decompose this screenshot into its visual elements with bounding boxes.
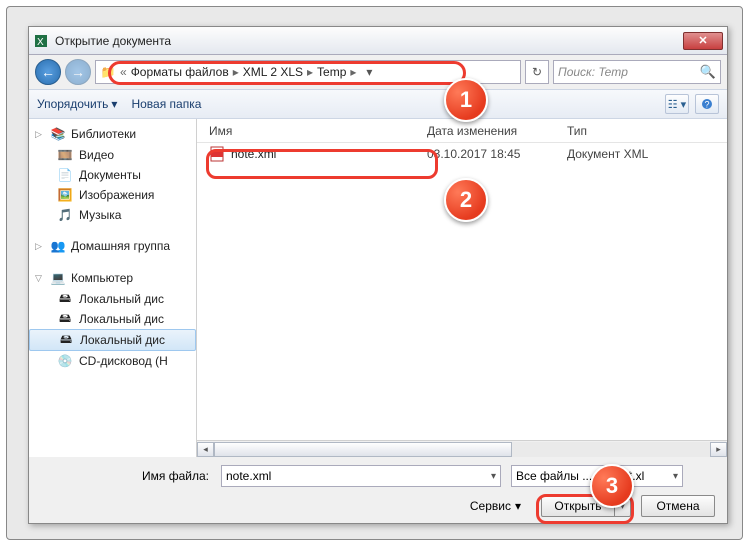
search-input[interactable]: Поиск: Temp 🔍 [553,60,721,84]
scroll-left-icon[interactable]: ◂ [197,442,214,457]
libraries-icon: 📚 [50,126,66,142]
organize-menu[interactable]: Упорядочить ▾ [37,97,117,111]
chevron-down-icon[interactable]: ▾ [491,471,496,482]
sidebar-disk-3[interactable]: 🖴Локальный дис [29,329,196,351]
expand-icon: ▷ [35,129,45,140]
close-button[interactable]: ✕ [683,32,723,50]
filename-input[interactable]: note.xml ▾ [221,465,501,487]
help-button[interactable]: ? [695,94,719,114]
music-icon: 🎵 [57,207,73,223]
expand-icon: ▷ [35,241,45,252]
navigation-row: ← → 📁 « Форматы файлов ▸ XML 2 XLS ▸ Tem… [29,55,727,89]
crumb-1[interactable]: Форматы файлов [131,65,229,79]
file-list: Имя Дата изменения Тип note.xml 03.10.20… [197,119,727,457]
filetype-dropdown[interactable]: Все файлы ... *.xlsx;*.xl ▾ [511,465,683,487]
cd-icon: 💿 [57,353,73,369]
open-dropdown-arrow[interactable]: ▾ [614,496,630,516]
video-icon: 🎞️ [57,147,73,163]
sidebar-computer[interactable]: ▽ 💻 Компьютер [29,267,196,289]
forward-button[interactable]: → [65,59,91,85]
sidebar-documents[interactable]: 📄Документы [29,165,196,185]
refresh-button[interactable]: ↻ [525,60,549,84]
address-dropdown[interactable]: ▾ [360,65,378,79]
sidebar-music[interactable]: 🎵Музыка [29,205,196,225]
scroll-track[interactable] [214,442,710,457]
homegroup-icon: 👥 [50,238,66,254]
sidebar-homegroup[interactable]: ▷ 👥 Домашняя группа [29,235,196,257]
open-button[interactable]: Открыть ▾ [541,495,631,517]
new-folder-button[interactable]: Новая папка [131,97,201,111]
sidebar-libraries[interactable]: ▷ 📚 Библиотеки [29,123,196,145]
column-date[interactable]: Дата изменения [427,124,567,138]
file-list-header[interactable]: Имя Дата изменения Тип [197,119,727,143]
filename-label: Имя файла: [41,469,215,483]
chevron-down-icon: ▾ [515,499,521,513]
documents-icon: 📄 [57,167,73,183]
svg-text:?: ? [705,100,710,110]
scroll-thumb[interactable] [214,442,512,457]
toolbar: Упорядочить ▾ Новая папка ☷ ▾ ? [29,89,727,119]
column-type[interactable]: Тип [567,124,727,138]
chevron-right-icon: ▸ [348,65,358,79]
file-row[interactable]: note.xml 03.10.2017 18:45 Документ XML [197,143,727,165]
window-title: Открытие документа [55,34,171,48]
crumb-2[interactable]: XML 2 XLS [243,65,303,79]
chevron-down-icon: ▾ [111,97,117,111]
cancel-button[interactable]: Отмена [641,495,715,517]
xml-file-icon [209,146,225,162]
drive-icon: 🖴 [57,311,73,327]
sidebar-video[interactable]: 🎞️Видео [29,145,196,165]
sidebar-cd[interactable]: 💿CD-дисковод (H [29,351,196,371]
drive-icon: 🖴 [58,332,74,348]
search-icon: 🔍 [700,64,716,80]
scroll-right-icon[interactable]: ▸ [710,442,727,457]
excel-icon: X [33,33,49,49]
crumb-leading: « [118,65,129,79]
service-menu[interactable]: Сервис ▾ [470,499,521,513]
filetype-value: Все файлы ... *.xlsx;*.xl [516,469,644,483]
collapse-icon: ▽ [35,273,45,284]
images-icon: 🖼️ [57,187,73,203]
address-bar[interactable]: 📁 « Форматы файлов ▸ XML 2 XLS ▸ Temp ▸ … [95,60,521,84]
chevron-right-icon: ▸ [231,65,241,79]
column-name[interactable]: Имя [197,124,427,138]
open-file-dialog: X Открытие документа ✕ ← → 📁 « Форматы ф… [28,26,728,524]
file-name: note.xml [231,147,276,161]
computer-icon: 💻 [50,270,66,286]
bottom-panel: Имя файла: note.xml ▾ Все файлы ... *.xl… [29,457,727,527]
back-button[interactable]: ← [35,59,61,85]
view-mode-button[interactable]: ☷ ▾ [665,94,689,114]
crumb-3[interactable]: Temp [317,65,346,79]
titlebar[interactable]: X Открытие документа ✕ [29,27,727,55]
file-date: 03.10.2017 18:45 [427,147,567,161]
chevron-right-icon: ▸ [305,65,315,79]
sidebar-images[interactable]: 🖼️Изображения [29,185,196,205]
sidebar-disk-1[interactable]: 🖴Локальный дис [29,289,196,309]
folder-icon: 📁 [100,64,116,80]
drive-icon: 🖴 [57,291,73,307]
svg-text:X: X [37,37,44,48]
search-placeholder: Поиск: Temp [558,65,628,79]
file-type: Документ XML [567,147,727,161]
chevron-down-icon[interactable]: ▾ [673,471,678,482]
horizontal-scrollbar[interactable]: ◂ ▸ [197,440,727,457]
sidebar-disk-2[interactable]: 🖴Локальный дис [29,309,196,329]
navigation-pane: ▷ 📚 Библиотеки 🎞️Видео 📄Документы 🖼️Изоб… [29,119,197,457]
filename-value: note.xml [226,469,271,483]
